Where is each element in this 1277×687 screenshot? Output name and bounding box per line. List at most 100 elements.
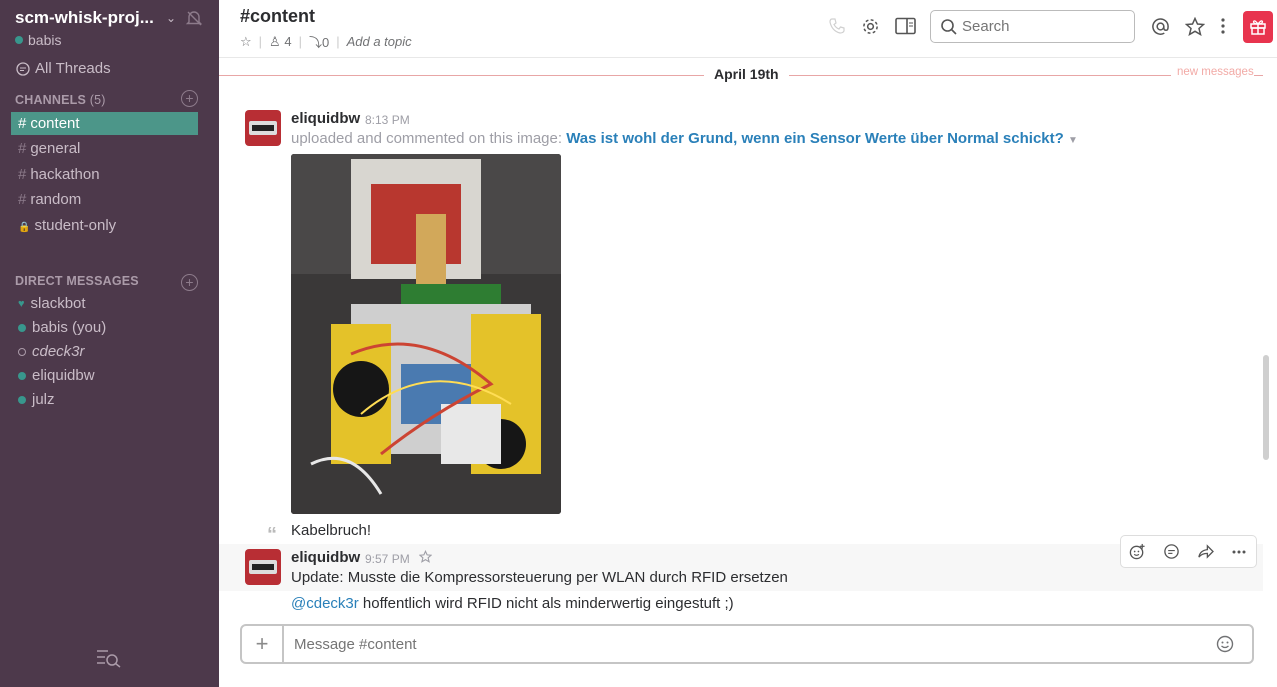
dm-title: DIRECT MESSAGES bbox=[15, 274, 139, 288]
star-icon[interactable] bbox=[418, 549, 433, 568]
member-count-value: 4 bbox=[284, 33, 292, 49]
message-text-body: hoffentlich wird RFID nicht als minderwe… bbox=[358, 595, 734, 612]
uploaded-image[interactable] bbox=[291, 154, 561, 514]
presence-icon bbox=[18, 395, 26, 404]
attach-button[interactable]: + bbox=[242, 626, 284, 662]
hash-icon: # bbox=[18, 166, 27, 183]
message-text: @cdeck3r hoffentlich wird RFID nicht als… bbox=[291, 595, 734, 612]
all-threads-label: All Threads bbox=[35, 60, 111, 77]
current-user[interactable]: babis bbox=[15, 32, 61, 48]
file-title-link[interactable]: Was ist wohl der Grund, wenn ein Sensor … bbox=[566, 130, 1064, 147]
nes-controller-icon bbox=[249, 121, 277, 135]
sidebar-item-hackathon[interactable]: # hackathon bbox=[11, 163, 198, 186]
gear-icon[interactable] bbox=[861, 17, 880, 41]
add-topic-link[interactable]: Add a topic bbox=[347, 34, 412, 49]
sidebar-item-student-only[interactable]: 🔒 student-only bbox=[11, 214, 198, 237]
add-channel-button[interactable]: + bbox=[181, 90, 198, 107]
bell-icon[interactable] bbox=[185, 9, 203, 32]
robot-photo bbox=[291, 154, 561, 514]
scrollbar[interactable] bbox=[1263, 355, 1269, 460]
start-thread-icon[interactable] bbox=[1155, 536, 1189, 567]
hash-icon: # bbox=[18, 191, 27, 208]
divider: | bbox=[258, 34, 263, 49]
dm-item-slackbot[interactable]: ♥ slackbot bbox=[18, 295, 86, 312]
pin-icon: ⤵ bbox=[308, 35, 322, 50]
presence-icon bbox=[15, 36, 23, 44]
plus-icon: + bbox=[255, 631, 269, 656]
channel-label: random bbox=[30, 191, 82, 208]
gift-button[interactable] bbox=[1243, 11, 1273, 43]
dm-label: eliquidbw bbox=[32, 367, 95, 384]
upload-meta: uploaded and commented on this image: bbox=[291, 130, 567, 147]
divider: | bbox=[298, 34, 302, 49]
add-dm-button[interactable]: + bbox=[181, 274, 198, 291]
pin-count-value: 0 bbox=[321, 35, 330, 50]
message-input[interactable] bbox=[294, 633, 1194, 655]
presence-icon bbox=[18, 371, 26, 380]
search-icon bbox=[941, 18, 957, 35]
member-count[interactable]: ♙ 4 bbox=[269, 34, 292, 50]
search-input[interactable] bbox=[962, 18, 1122, 35]
gift-icon bbox=[1250, 20, 1266, 35]
sidebar-item-general[interactable]: # general bbox=[11, 137, 198, 160]
chevron-down-icon[interactable]: ⌄ bbox=[166, 11, 176, 25]
dm-label: slackbot bbox=[30, 295, 86, 312]
message-composer: + bbox=[240, 624, 1254, 664]
message-timestamp[interactable]: 8:13 PM bbox=[365, 113, 410, 127]
channel-meta: ☆ | ♙ 4 | ⤵0 | Add a topic bbox=[240, 32, 412, 51]
caret-down-icon[interactable]: ▼ bbox=[1068, 135, 1078, 146]
hash-icon: # bbox=[18, 140, 27, 157]
team-name[interactable]: scm-whisk-proj... bbox=[15, 8, 154, 28]
message-sender[interactable]: eliquidbw bbox=[291, 549, 360, 566]
person-icon: ♙ bbox=[269, 33, 281, 49]
pin-count[interactable]: ⤵0 bbox=[309, 32, 329, 51]
nes-controller-icon bbox=[249, 560, 277, 574]
channel-label: general bbox=[30, 140, 81, 157]
channels-count: (5) bbox=[89, 93, 106, 107]
starred-items-icon[interactable] bbox=[1184, 16, 1206, 41]
image-comment: Kabelbruch! bbox=[291, 522, 372, 539]
channel-label: student-only bbox=[34, 217, 117, 234]
dm-header[interactable]: DIRECT MESSAGES bbox=[15, 274, 139, 288]
message-sender[interactable]: eliquidbw bbox=[291, 110, 360, 127]
user-mention[interactable]: @cdeck3r bbox=[291, 595, 359, 612]
day-divider: April 19th bbox=[704, 66, 789, 82]
sidebar: scm-whisk-proj... ⌄ babis All Threads CH… bbox=[0, 0, 219, 687]
message-actions bbox=[1120, 535, 1257, 568]
dm-item-babis[interactable]: babis (you) bbox=[18, 319, 106, 336]
call-icon[interactable] bbox=[828, 17, 846, 40]
message-text: Update: Musste die Kompressorsteuerung p… bbox=[291, 569, 788, 586]
add-reaction-icon[interactable] bbox=[1121, 536, 1155, 567]
all-threads-link[interactable]: All Threads bbox=[15, 60, 111, 77]
away-icon bbox=[18, 347, 26, 356]
message-timestamp[interactable]: 9:57 PM bbox=[365, 552, 410, 566]
avatar[interactable] bbox=[245, 110, 281, 146]
channels-header[interactable]: CHANNELS (5) bbox=[15, 93, 106, 107]
more-actions-icon[interactable] bbox=[1222, 536, 1256, 567]
sidebar-item-random[interactable]: # random bbox=[11, 188, 198, 211]
dm-label: julz bbox=[32, 391, 55, 408]
dm-item-cdeck3r[interactable]: cdeck3r bbox=[18, 343, 85, 360]
channel-label: hackathon bbox=[30, 166, 100, 183]
presence-icon bbox=[18, 323, 26, 332]
channel-title[interactable]: #content bbox=[240, 6, 315, 27]
heart-icon: ♥ bbox=[18, 297, 25, 310]
more-vertical-icon[interactable] bbox=[1220, 17, 1226, 40]
search-box[interactable] bbox=[930, 10, 1135, 43]
lock-icon: 🔒 bbox=[18, 222, 31, 233]
mentions-icon[interactable] bbox=[1151, 17, 1170, 41]
dm-item-eliquidbw[interactable]: eliquidbw bbox=[18, 367, 95, 384]
share-icon[interactable] bbox=[1189, 536, 1223, 567]
details-pane-icon[interactable] bbox=[895, 17, 916, 40]
quick-switcher-icon[interactable] bbox=[96, 648, 122, 673]
dm-item-julz[interactable]: julz bbox=[18, 391, 55, 408]
hash-icon: # bbox=[18, 115, 27, 132]
emoji-icon[interactable] bbox=[1216, 635, 1234, 658]
avatar[interactable] bbox=[245, 549, 281, 585]
message-pane[interactable]: April 19th new messages eliquidbw 8:13 P… bbox=[219, 58, 1263, 620]
sidebar-item-content[interactable]: # content bbox=[11, 112, 198, 135]
dm-label: babis (you) bbox=[32, 319, 107, 336]
star-icon[interactable]: ☆ bbox=[240, 34, 252, 50]
threads-icon bbox=[16, 61, 30, 76]
divider: | bbox=[336, 34, 340, 49]
